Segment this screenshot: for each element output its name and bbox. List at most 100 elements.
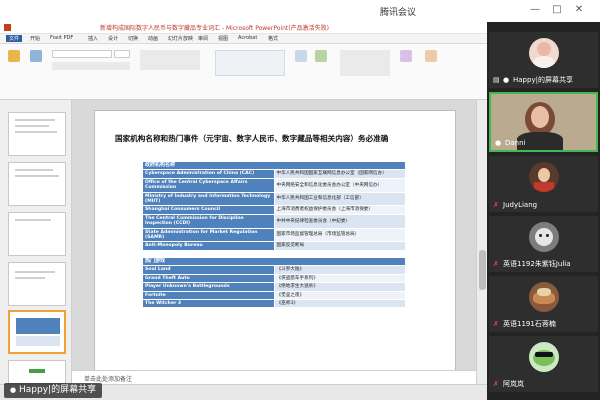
agency-en: Cyberspace Administration of China (CAC) bbox=[142, 169, 275, 179]
agency-cn: 上海市消费者权益保护委员会（上海市消保委） bbox=[273, 205, 406, 215]
slide-thumbnail-selected[interactable] bbox=[8, 310, 66, 354]
tab-acrobat[interactable]: Acrobat bbox=[238, 35, 257, 41]
game-cn: 《侠盗猎车手系列》 bbox=[273, 273, 406, 284]
slide-editing-area: 国家机构名称和热门事件（元宇宙、数字人民币、数字藏品等相关内容）务必准确 政府机… bbox=[72, 100, 476, 378]
participant-tile[interactable]: ✗ JudyLiang bbox=[489, 156, 598, 212]
quick-styles-icon[interactable] bbox=[315, 50, 327, 62]
close-icon[interactable]: ✕ bbox=[572, 4, 586, 16]
avatar-frog-cartoon bbox=[529, 342, 559, 372]
game-en: Player Unknown's Battlegrounds bbox=[142, 282, 275, 292]
mic-off-icon: ✗ bbox=[493, 260, 499, 268]
notes-placeholder: 单击此处添加备注 bbox=[84, 376, 133, 383]
agency-en: Anti-Monopoly Bureau bbox=[142, 241, 275, 251]
game-cn: 《绝地求生大逃杀》 bbox=[273, 282, 406, 292]
participant-name: ✗ 阿岚岚 bbox=[493, 380, 524, 388]
participant-name: ✗ 英语1191石蓉楠 bbox=[493, 320, 556, 328]
participant-tile[interactable]: ▤ ● Happy|的屏幕共享 bbox=[489, 32, 598, 88]
font-format-buttons[interactable] bbox=[52, 62, 130, 70]
game-en: Soul Land bbox=[142, 265, 275, 275]
tab-view[interactable]: 视图 bbox=[218, 35, 228, 42]
arrange-icon[interactable] bbox=[295, 50, 307, 62]
participant-tile-active[interactable]: ● Danni bbox=[489, 92, 598, 152]
paragraph-buttons[interactable] bbox=[140, 50, 200, 70]
new-slide-icon[interactable] bbox=[30, 50, 42, 62]
agency-en: Office of the Central Cyberspace Affairs… bbox=[142, 177, 275, 193]
participant-name: ✗ 英语1192朱紫钰Julia bbox=[493, 260, 571, 268]
mic-off-icon: ✗ bbox=[493, 380, 499, 388]
ppt-window-title: 新增构成国际数字人民币与数字藏品专业词汇 - Microsoft PowerPo… bbox=[100, 25, 329, 32]
tab-format[interactable]: 格式 bbox=[268, 35, 278, 42]
font-name-box[interactable] bbox=[52, 50, 112, 58]
agency-cn: 中华人民共和国工业和信息化部（工信部） bbox=[273, 191, 406, 207]
mic-on-icon: ● bbox=[503, 76, 510, 84]
notes-pane[interactable]: 单击此处添加备注 bbox=[72, 370, 476, 384]
agency-en: Shanghai Consumers Council bbox=[142, 205, 275, 215]
shared-screen: 新增构成国际数字人民币与数字藏品专业词汇 - Microsoft PowerPo… bbox=[0, 22, 487, 400]
tab-file[interactable]: 文件 bbox=[6, 35, 23, 42]
maximize-icon[interactable]: □ bbox=[550, 4, 564, 16]
font-size-box[interactable] bbox=[114, 50, 130, 58]
save-to-cloud-icon[interactable] bbox=[425, 50, 437, 62]
meeting-window: 腾讯会议 — □ ✕ 新增构成国际数字人民币与数字藏品专业词汇 - Micros… bbox=[0, 0, 600, 400]
tab-insert[interactable]: 插入 bbox=[88, 35, 98, 42]
agency-en: Ministry of Industry and Information Tec… bbox=[142, 191, 275, 207]
agency-cn: 国家反垄断局 bbox=[273, 241, 406, 251]
shape-format-buttons[interactable] bbox=[340, 50, 390, 76]
game-en: Fortnite bbox=[142, 290, 275, 301]
slide-thumbnail[interactable] bbox=[8, 162, 66, 206]
minimize-icon[interactable]: — bbox=[528, 4, 542, 16]
find-icon[interactable] bbox=[400, 50, 412, 62]
participant-name: ▤ ● Happy|的屏幕共享 bbox=[493, 76, 573, 84]
game-cn: 《堡垒之夜》 bbox=[273, 290, 406, 301]
agency-table-header: 政府机构名称 bbox=[142, 160, 406, 171]
participant-name: ✗ JudyLiang bbox=[493, 201, 538, 209]
participant-tile[interactable]: ✗ 阿岚岚 bbox=[489, 336, 598, 392]
games-table-header: 热门游戏 bbox=[142, 256, 406, 267]
ppt-app-icon bbox=[4, 24, 11, 31]
ppt-title-bar: 新增构成国际数字人民币与数字藏品专业词汇 - Microsoft PowerPo… bbox=[0, 22, 487, 34]
mic-on-icon: ● bbox=[495, 139, 502, 147]
slide-heading: 国家机构名称和热门事件（元宇宙、数字人民币、数字藏品等相关内容）务必准确 bbox=[115, 134, 389, 143]
slide-thumbnail[interactable] bbox=[8, 212, 66, 256]
tab-animations[interactable]: 动画 bbox=[148, 35, 158, 42]
participant-name: ● Danni bbox=[495, 139, 526, 147]
slide-thumbnail[interactable] bbox=[8, 112, 66, 156]
participants-panel: ▤●Happy|的屏幕共享 ●Danni ✗JudyLiang ✗英语 bbox=[487, 22, 600, 400]
game-en: Grand Theft Auto bbox=[142, 273, 275, 284]
screen-share-label: ● Happy|的屏幕共享 bbox=[4, 383, 103, 398]
scrollbar-thumb[interactable] bbox=[479, 250, 486, 290]
meeting-title: 腾讯会议 bbox=[380, 8, 417, 18]
tab-foxit-pdf[interactable]: Foxit PDF bbox=[50, 35, 73, 41]
agency-cn: 国家市场监督管理总局（市场监管总局） bbox=[273, 227, 406, 243]
agency-table: 政府机构名称 Cyberspace Administration of Chin… bbox=[142, 160, 406, 251]
shapes-gallery[interactable] bbox=[215, 50, 285, 76]
ppt-ribbon-tabs: 文件 开始 Foxit PDF 插入 设计 切换 动画 幻灯片放映 审阅 视图 … bbox=[0, 34, 487, 44]
slide-thumbnail[interactable] bbox=[8, 360, 66, 384]
agency-cn: 中华人民共和国国家互联网信息办公室（国家网信办） bbox=[273, 169, 406, 179]
tab-review[interactable]: 审阅 bbox=[198, 35, 208, 42]
games-table: 热门游戏 Soul Land 《斗罗大陆》 Grand Theft Auto 《… bbox=[142, 256, 406, 309]
slide-thumbnail[interactable] bbox=[8, 262, 66, 306]
slide-thumbnail-pane bbox=[0, 100, 72, 384]
agency-cn: 中央网络安全和信息化委员会办公室（中央网信办） bbox=[273, 177, 406, 193]
tab-slideshow[interactable]: 幻灯片放映 bbox=[168, 35, 193, 42]
avatar-food-photo bbox=[529, 282, 559, 312]
participant-tile[interactable]: ✗ 英语1191石蓉楠 bbox=[489, 276, 598, 332]
avatar-woman-photo bbox=[529, 38, 559, 68]
tab-home[interactable]: 开始 bbox=[30, 35, 40, 42]
vertical-scrollbar[interactable] bbox=[476, 100, 487, 384]
mic-icon: ● bbox=[10, 386, 17, 394]
tab-design[interactable]: 设计 bbox=[108, 35, 118, 42]
tab-transitions[interactable]: 切换 bbox=[128, 35, 138, 42]
paste-icon[interactable] bbox=[8, 50, 20, 62]
current-slide[interactable]: 国家机构名称和热门事件（元宇宙、数字人民币、数字藏品等相关内容）务必准确 政府机… bbox=[94, 110, 456, 378]
participant-tile[interactable]: ✗ 英语1192朱紫钰Julia bbox=[489, 216, 598, 272]
agency-en: State Administration for Market Regulati… bbox=[142, 227, 275, 243]
mic-off-icon: ✗ bbox=[493, 201, 499, 209]
game-cn: 《斗罗大陆》 bbox=[273, 265, 406, 275]
game-cn: 《巫师3》 bbox=[273, 299, 406, 309]
avatar-illustration bbox=[529, 162, 559, 192]
agency-cn: 中共中央纪律检查委员会（中纪委） bbox=[273, 213, 406, 229]
mic-off-icon: ✗ bbox=[493, 320, 499, 328]
agency-en: The Central Commission for Discipline In… bbox=[142, 213, 275, 229]
